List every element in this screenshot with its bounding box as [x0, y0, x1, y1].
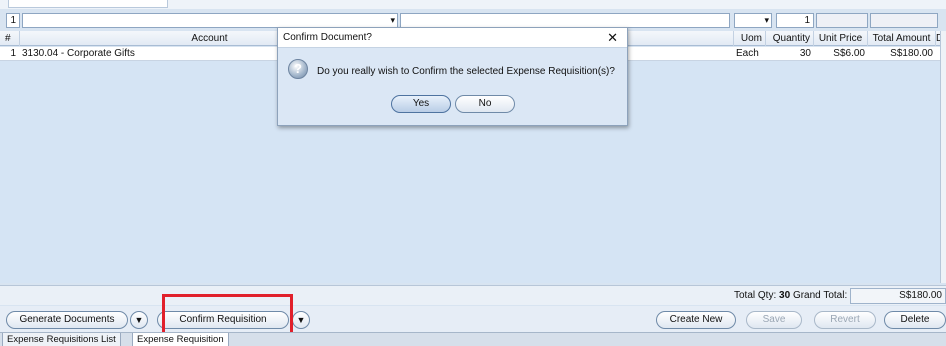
revert-button[interactable]: Revert — [814, 311, 876, 329]
top-tab-stub — [8, 0, 168, 8]
row-unit-price[interactable]: S$6.00 — [814, 47, 868, 61]
confirm-requisition-button[interactable]: Confirm Requisition — [157, 311, 289, 329]
column-header-total-amount[interactable]: Total Amount — [868, 31, 936, 46]
chevron-down-icon: ▼ — [134, 315, 144, 325]
uom-filter-select[interactable]: ▾ — [734, 13, 772, 28]
total-qty-value: 30 — [779, 290, 791, 301]
description-filter-field[interactable] — [400, 13, 730, 28]
chevron-down-icon: ▾ — [390, 15, 395, 25]
question-icon: ? — [288, 59, 308, 79]
quantity-filter-field[interactable]: 1 — [776, 13, 814, 28]
row-total-amount[interactable]: S$180.00 — [868, 47, 936, 61]
row-number: 1 — [10, 48, 16, 59]
row-quantity[interactable]: 30 — [766, 47, 814, 61]
totals-prefix: Total — [734, 290, 758, 301]
tab-expense-requisitions-list[interactable]: Expense Requisitions List — [2, 333, 121, 346]
vertical-scrollbar[interactable] — [940, 31, 946, 283]
top-strip — [0, 0, 946, 9]
dialog-title: Confirm Document? — [283, 32, 372, 43]
confirm-dropdown-button[interactable]: ▼ — [292, 311, 310, 329]
totals-label: Total Qty: 30 Grand Total: — [734, 290, 848, 301]
generate-documents-button[interactable]: Generate Documents — [6, 311, 128, 329]
grand-total-value: S$180.00 — [850, 288, 946, 304]
column-header-uom[interactable]: Uom — [734, 31, 766, 46]
total-qty-label: Qty — [757, 290, 774, 301]
unit-price-filter-field[interactable] — [816, 13, 868, 28]
chevron-down-icon: ▾ — [764, 15, 769, 25]
no-button[interactable]: No — [455, 95, 515, 113]
dialog-titlebar: Confirm Document? ✕ — [278, 28, 627, 48]
column-header-number: # — [2, 31, 20, 46]
action-bar: Generate Documents ▼ Confirm Requisition… — [0, 306, 946, 332]
totals-row: Total Qty: 30 Grand Total: S$180.00 — [0, 285, 946, 305]
delete-button[interactable]: Delete — [884, 311, 946, 329]
confirm-dialog: Confirm Document? ✕ ? Do you really wish… — [277, 27, 628, 126]
row-number-field[interactable]: 1 — [6, 13, 20, 28]
close-icon[interactable]: ✕ — [607, 30, 618, 46]
column-header-quantity[interactable]: Quantity — [766, 31, 814, 46]
column-header-unit-price[interactable]: Unit Price — [814, 31, 868, 46]
total-amount-filter-field[interactable] — [870, 13, 938, 28]
yes-button[interactable]: Yes — [391, 95, 451, 113]
chevron-down-icon: ▼ — [296, 315, 306, 325]
grand-total-label: Grand Total: — [792, 290, 848, 301]
save-button[interactable]: Save — [746, 311, 802, 329]
generate-dropdown-button[interactable]: ▼ — [130, 311, 148, 329]
row-uom[interactable]: Each — [734, 47, 766, 61]
account-filter-select[interactable]: ▾ — [22, 13, 398, 28]
tab-expense-requisition[interactable]: Expense Requisition — [132, 333, 229, 346]
dialog-message: Do you really wish to Confirm the select… — [317, 66, 615, 77]
bottom-tab-bar: Expense Requisitions List Expense Requis… — [0, 332, 946, 346]
create-new-button[interactable]: Create New — [656, 311, 736, 329]
